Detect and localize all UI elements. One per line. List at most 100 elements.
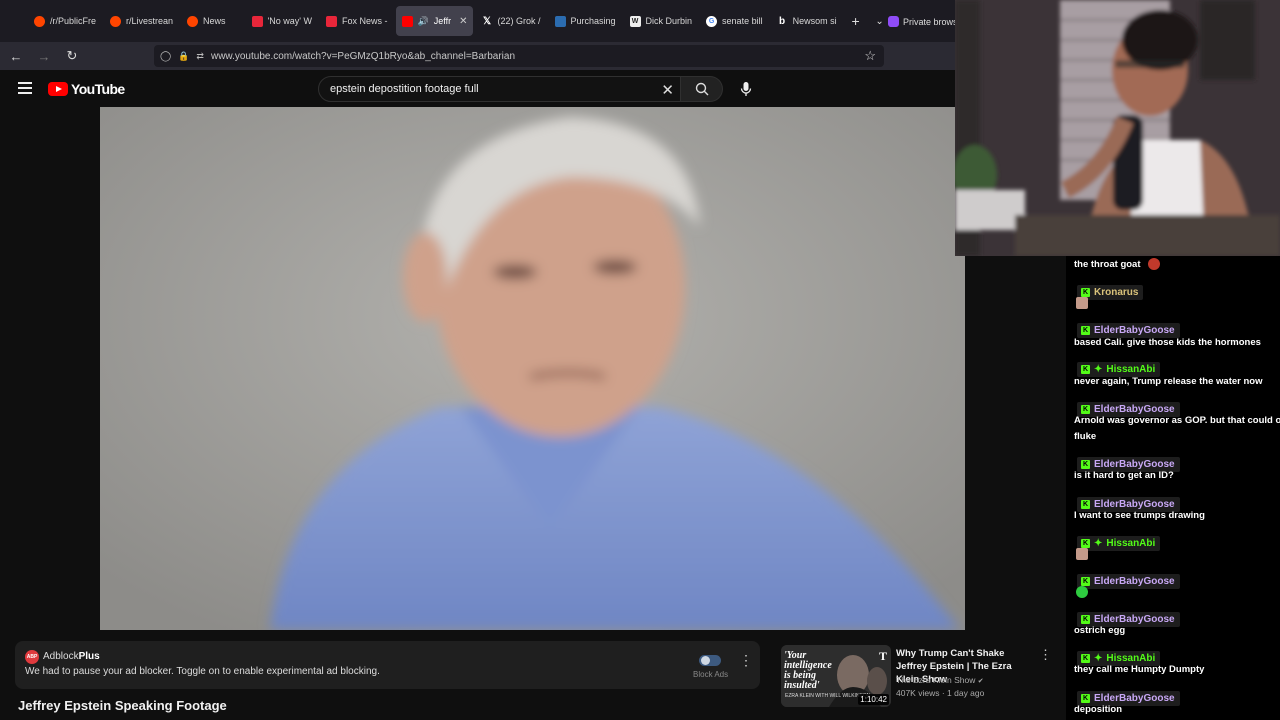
recommended-channel[interactable]: The Ezra Klein Show ✔ [896,675,984,685]
close-tab-icon[interactable]: ✕ [459,16,467,27]
webcam-overlay [955,0,1280,256]
kick-badge-icon: K [1081,577,1090,586]
tab-2[interactable]: r/Livestrean [104,6,179,36]
chat-username-text[interactable]: HissanAbi [1106,364,1155,375]
fox-news-icon [326,15,338,27]
face-emote-icon [1076,297,1088,309]
youtube-logo[interactable]: YouTube [48,81,125,97]
tab-label: (22) Grok / [497,16,541,26]
chat-username-hissanabi[interactable]: K ✦ HissanAbi [1077,536,1161,551]
recommended-thumbnail[interactable]: 'Your intelligence is being insulted' EZ… [781,645,891,707]
adblock-brand-a: Adblock [43,651,79,662]
back-icon[interactable]: ← [4,44,28,68]
chat-message: never again, Trump release the water now [1074,376,1263,387]
tab-9[interactable]: W Dick Durbin [624,6,699,36]
channel-name[interactable]: The Ezra Klein Show [896,675,975,685]
block-ads-toggle[interactable] [699,655,721,666]
chat-username-text[interactable]: ElderBabyGoose [1094,325,1175,336]
block-ads-label: Block Ads [693,670,729,679]
tab-label: Purchasing [570,16,616,26]
tab-1[interactable]: /r/PublicFre [28,6,102,36]
youtube-icon [401,15,413,27]
chat-username-text[interactable]: ElderBabyGoose [1094,404,1175,415]
tab-3[interactable]: News [181,6,232,36]
kick-badge-icon: K [1081,326,1090,335]
kick-badge-icon: K [1081,365,1090,374]
kick-badge-icon: K [1081,460,1090,469]
chat-username-hissanabi[interactable]: K ✦ HissanAbi [1077,362,1161,377]
tab-label: senate bill [722,16,763,26]
abp-logo-text: ABP [26,654,38,660]
video-player[interactable] [100,107,965,630]
forward-icon[interactable]: → [32,44,56,68]
subscriber-badge-icon: ✦ [1094,653,1103,664]
browser-tab-strip: /r/PublicFre r/Livestrean News 'No way' … [0,0,960,42]
kick-badge-icon: K [1081,539,1090,548]
chat-username-elderbabygoose[interactable]: K ElderBabyGoose [1077,323,1180,338]
url-bar[interactable]: ◯ 🔒 ⇄ www.youtube.com/watch?v=PeGMzQ1bRy… [154,45,884,67]
permissions-icon[interactable]: ⇄ [196,51,204,62]
shield-icon[interactable]: ◯ [160,51,171,62]
chat-username-text[interactable]: HissanAbi [1106,653,1155,664]
kick-badge-icon: K [1081,615,1090,624]
tab-label: /r/PublicFre [50,16,97,26]
chat-username-elderbabygoose[interactable]: K ElderBabyGoose [1077,574,1180,589]
tab-11[interactable]: b Newsom si [771,6,843,36]
reddit-icon [34,15,45,27]
video-frame-image [100,107,965,630]
search-icon [695,82,708,96]
chat-username-text[interactable]: ElderBabyGoose [1094,614,1175,625]
screen: /r/PublicFre r/Livestrean News 'No way' … [0,0,1280,720]
chat-username-text[interactable]: ElderBabyGoose [1094,576,1175,587]
fox-news-icon [251,15,263,27]
more-actions-icon[interactable]: ⋮ [1039,647,1052,663]
tab-7[interactable]: 𝕏 (22) Grok / [475,6,546,36]
kick-badge-icon: K [1081,288,1090,297]
tab-label: News [203,16,226,26]
stream-chat: the throat goat K Kronarus K ElderBabyGoose b… [1066,256,1280,720]
tab-5[interactable]: Fox News - [320,6,394,36]
kick-badge-icon: K [1081,405,1090,414]
chat-username-text[interactable]: HissanAbi [1106,538,1155,549]
youtube-logo-text: YouTube [71,81,125,97]
new-tab-icon[interactable]: + [845,10,867,32]
private-browsing-label: Private browsi [903,16,960,27]
reload-icon[interactable]: ↻ [60,44,84,68]
menu-icon[interactable] [18,82,32,94]
speaker-icon[interactable]: 🔊 [418,16,429,27]
search-value[interactable]: epstein depostition footage full [330,83,479,95]
tab-10[interactable]: Gsenate bill [700,6,769,36]
chat-message: Arnold was governor as GOP. but that cou… [1074,415,1280,426]
face-emote-icon [1076,548,1088,560]
chat-message: is it hard to get an ID? [1074,470,1174,481]
adblock-notice: ABP AdblockPlus We had to pause your ad … [15,641,760,689]
subscriber-badge-icon: ✦ [1094,538,1103,549]
youtube-header: YouTube epstein depostition footage full… [0,70,955,107]
search-input[interactable]: epstein depostition footage full ✕ [318,76,681,102]
microphone-icon[interactable] [737,80,755,98]
chat-message: the throat goat [1074,259,1141,270]
url-text[interactable]: www.youtube.com/watch?v=PeGMzQ1bRyo&ab_c… [211,51,515,62]
bookmark-star-icon[interactable]: ☆ [864,48,876,64]
tab-4[interactable]: 'No way' W [246,6,318,36]
chat-username-text[interactable]: ElderBabyGoose [1094,459,1175,470]
private-browsing-indicator: Private browsi [888,16,960,27]
clear-search-icon[interactable]: ✕ [661,81,674,99]
lock-icon[interactable]: 🔒 [178,51,189,62]
tab-active[interactable]: 🔊 Jeffr ✕ [395,6,474,36]
recommended-meta: 407K views · 1 day ago [896,688,985,698]
tab-label: 'No way' W [267,16,313,26]
recommended-video[interactable]: 'Your intelligence is being insulted' EZ… [781,645,1056,707]
chat-username-text[interactable]: Kronarus [1094,287,1138,298]
search-button[interactable] [681,76,723,102]
tab-label: Newsom si [792,16,837,26]
tab-8[interactable]: Purchasing [549,6,622,36]
webcam-image [955,0,1280,256]
x-icon: 𝕏 [482,15,492,27]
chat-username-text[interactable]: ElderBabyGoose [1094,499,1175,510]
more-options-icon[interactable]: ⋮ [739,652,753,669]
verified-check-icon: ✔ [977,678,984,685]
google-icon: G [706,15,718,27]
video-title: Jeffrey Epstein Speaking Footage [18,698,227,713]
chat-username-text[interactable]: ElderBabyGoose [1094,693,1175,704]
